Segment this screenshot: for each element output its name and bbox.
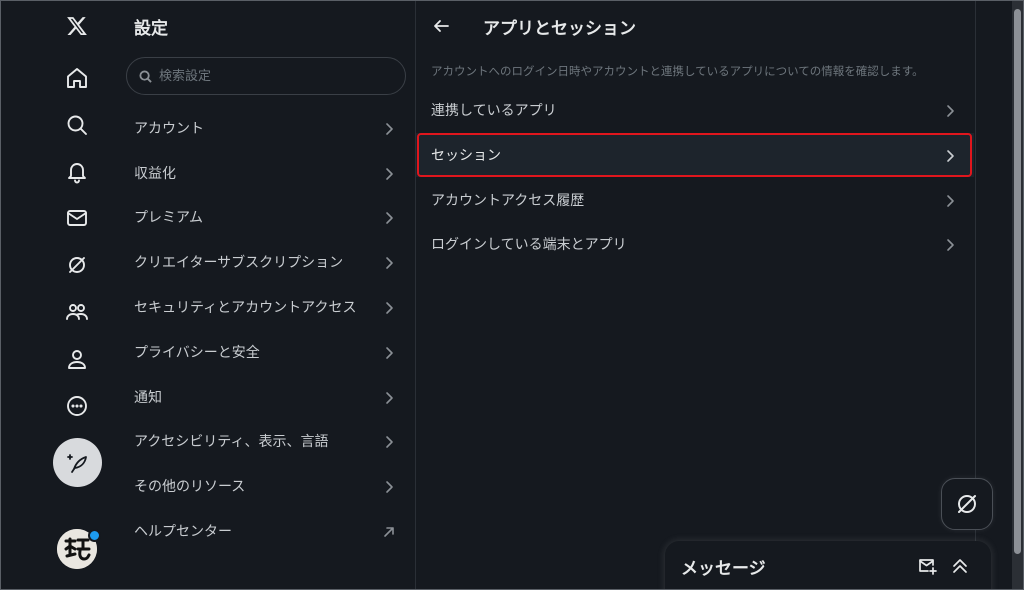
detail-item-connected-apps[interactable]: 連携しているアプリ [416, 88, 974, 132]
chevron-right-icon [382, 300, 396, 314]
messages-drawer[interactable]: メッセージ [665, 541, 991, 589]
external-link-arrow-icon [382, 524, 396, 538]
chevron-right-icon [382, 255, 396, 269]
compose-post-icon [66, 453, 87, 473]
grok-floating-button[interactable] [941, 478, 993, 530]
settings-item-label: セキュリティとアカウントアクセス [134, 300, 357, 316]
double-chevron-up-icon [953, 559, 967, 573]
settings-item-label: ヘルプセンター [134, 524, 232, 540]
settings-title: 設定 [134, 19, 168, 39]
chevron-right-icon [382, 434, 396, 448]
settings-item-label: その他のリソース [134, 479, 246, 495]
page-title: アプリとセッション [483, 19, 636, 39]
settings-item-label: プレミアム [134, 210, 204, 226]
settings-item-help-center[interactable]: ヘルプセンター [119, 509, 415, 553]
messages-drawer-title: メッセージ [681, 559, 766, 579]
settings-panel: 設定 アカウント 収益化 プレミアム クリエイターサブスクリプション セキュリテ… [119, 1, 416, 589]
back-button[interactable] [429, 14, 453, 38]
settings-item-privacy[interactable]: プライバシーと安全 [119, 330, 415, 374]
settings-item-monetization[interactable]: 収益化 [119, 151, 415, 195]
settings-item-label: アカウント [134, 121, 204, 137]
detail-item-label: アカウントアクセス履歴 [431, 193, 585, 209]
grok-icon [958, 495, 976, 513]
detail-item-label: 連携しているアプリ [431, 103, 557, 119]
settings-item-notifications[interactable]: 通知 [119, 375, 415, 419]
chevron-right-icon [382, 390, 396, 404]
settings-item-label: 収益化 [134, 166, 176, 182]
chevron-right-icon [382, 345, 396, 359]
settings-item-label: クリエイターサブスクリプション [134, 255, 344, 271]
settings-item-accessibility[interactable]: アクセシビリティ、表示、言語 [119, 419, 415, 463]
detail-item-label: セッション [431, 148, 501, 164]
search-input[interactable] [157, 67, 391, 85]
compose-post-button[interactable] [53, 438, 102, 487]
grok-icon[interactable] [54, 242, 100, 288]
notifications-bell-icon[interactable] [54, 149, 100, 195]
new-message-button[interactable] [915, 553, 941, 579]
back-arrow-icon [434, 20, 449, 32]
chevron-right-icon [382, 166, 396, 180]
chevron-right-icon [382, 210, 396, 224]
settings-item-premium[interactable]: プレミアム [119, 195, 415, 239]
avatar-notification-dot [88, 529, 101, 542]
detail-item-account-access-history[interactable]: アカウントアクセス履歴 [416, 178, 974, 222]
messages-mail-icon[interactable] [54, 195, 100, 241]
settings-item-label: アクセシビリティ、表示、言語 [134, 434, 329, 450]
apps-and-sessions-panel: アプリとセッション アカウントへのログイン日時やアカウントと連携しているアプリに… [416, 1, 976, 589]
chevron-right-icon [943, 103, 957, 117]
chevron-right-icon [943, 237, 957, 251]
search-icon[interactable] [54, 102, 100, 148]
chevron-right-icon [382, 479, 396, 493]
communities-icon[interactable] [54, 289, 100, 335]
detail-item-sessions[interactable]: セッション [416, 133, 974, 177]
settings-item-label: プライバシーと安全 [134, 345, 260, 361]
profile-icon[interactable] [54, 336, 100, 382]
nav-rail [1, 1, 120, 589]
chevron-right-icon [382, 121, 396, 135]
settings-item-label: 通知 [134, 390, 162, 406]
app-window: 設定 アカウント 収益化 プレミアム クリエイターサブスクリプション セキュリテ… [0, 0, 1024, 590]
new-message-icon [919, 559, 937, 575]
settings-item-resources[interactable]: その他のリソース [119, 464, 415, 508]
search-icon [139, 69, 152, 83]
expand-drawer-button[interactable] [947, 553, 973, 579]
settings-item-creator-subscriptions[interactable]: クリエイターサブスクリプション [119, 240, 415, 284]
more-circle-icon[interactable] [54, 383, 100, 429]
settings-item-account[interactable]: アカウント [119, 106, 415, 150]
settings-item-security[interactable]: セキュリティとアカウントアクセス [119, 285, 415, 329]
x-logo-icon[interactable] [54, 3, 100, 49]
chevron-right-icon [943, 148, 957, 162]
page-description: アカウントへのログイン日時やアカウントと連携しているアプリについての情報を確認し… [431, 64, 924, 78]
detail-item-label: ログインしている端末とアプリ [431, 237, 627, 253]
scrollbar[interactable] [1012, 1, 1023, 589]
chevron-right-icon [943, 193, 957, 207]
detail-item-logged-in-devices[interactable]: ログインしている端末とアプリ [416, 222, 974, 266]
home-icon[interactable] [54, 55, 100, 101]
settings-search[interactable] [126, 57, 406, 95]
scrollbar-thumb[interactable] [1014, 9, 1021, 554]
